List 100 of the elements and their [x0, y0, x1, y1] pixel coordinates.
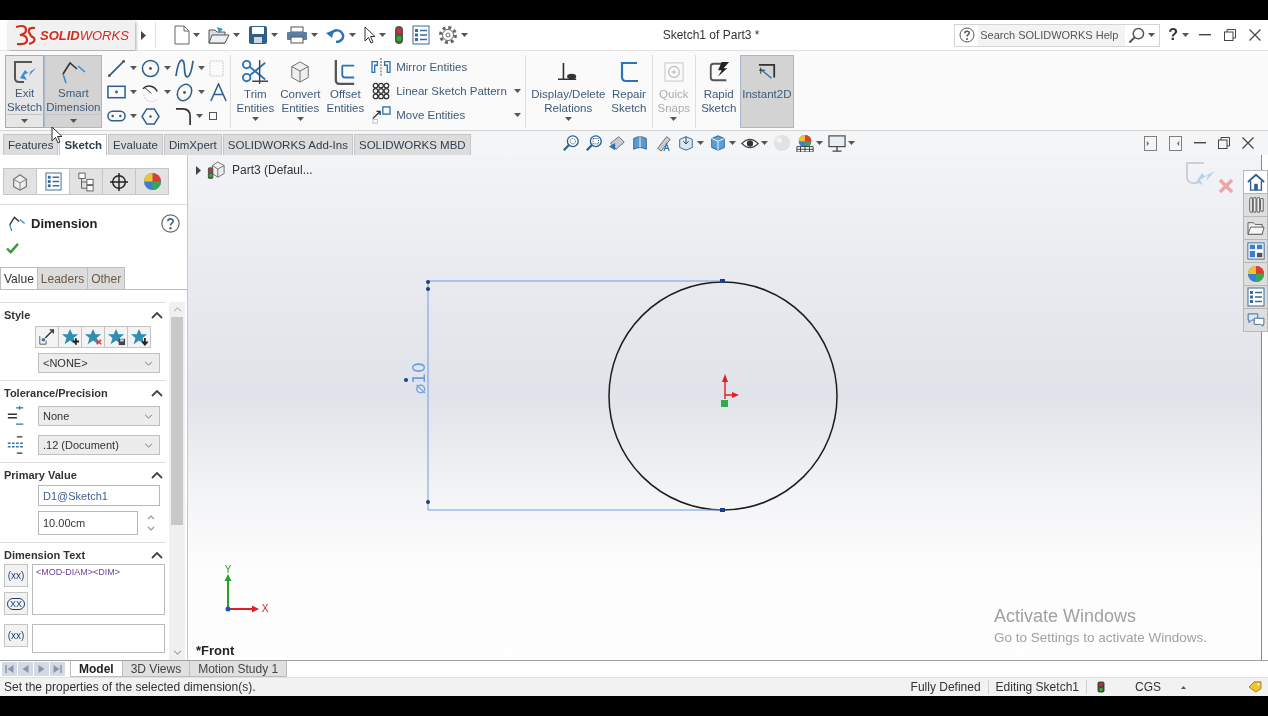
manager-tab[interactable] [102, 168, 136, 195]
task-pane-tab[interactable] [1243, 193, 1268, 217]
half-cylinder-icon[interactable] [630, 134, 649, 152]
caret-icon[interactable] [198, 66, 206, 70]
style-button[interactable] [104, 326, 128, 348]
scene-icon[interactable] [795, 134, 814, 152]
traffic-light-icon[interactable] [1097, 681, 1105, 693]
tab[interactable]: Sketch [59, 134, 108, 155]
caret-icon[interactable] [270, 33, 278, 37]
format-button[interactable]: (xx) [4, 564, 28, 587]
fillet-icon[interactable] [175, 106, 193, 126]
polygon-icon[interactable] [141, 107, 161, 125]
tab[interactable]: Value [0, 267, 38, 289]
eye-icon[interactable] [740, 136, 759, 150]
caret-icon[interactable] [460, 33, 468, 37]
caret-right-icon[interactable] [196, 165, 201, 175]
task-pane-tab[interactable] [1243, 170, 1268, 194]
style-dropdown[interactable]: <NONE> [38, 353, 160, 373]
text-tool-icon[interactable] [209, 82, 229, 102]
task-pane-tab[interactable] [1243, 262, 1268, 286]
task-pane-tab[interactable] [1243, 308, 1268, 332]
tab[interactable]: Leaders [36, 267, 89, 289]
ribbon-button[interactable]: Display/Delete Relations [529, 55, 608, 128]
chevron-up-icon[interactable] [151, 389, 163, 397]
value-field[interactable]: 10.00cm [38, 511, 138, 535]
arrow-block-icon[interactable] [607, 134, 626, 152]
printer-icon[interactable] [285, 26, 308, 44]
pointer-icon[interactable] [363, 26, 376, 44]
new-document-icon[interactable] [173, 25, 190, 45]
ribbon-button[interactable]: Rapid Sketch [699, 55, 739, 128]
tile-left-icon[interactable] [1144, 135, 1157, 151]
ribbon-button[interactable]: Mirror Entities [368, 55, 524, 79]
tree-item[interactable]: Part3 (Defaul... [232, 163, 313, 177]
chevron-up-icon[interactable] [151, 551, 163, 559]
scroll-thumb[interactable] [171, 317, 183, 525]
caret-icon[interactable] [728, 141, 736, 145]
style-button[interactable] [127, 326, 151, 348]
search-box[interactable]: Search SOLIDWORKS Help [954, 23, 1161, 47]
flyout-arrow-icon[interactable] [140, 30, 146, 40]
settings-icon[interactable] [437, 25, 458, 45]
task-pane-tab[interactable] [1243, 285, 1268, 309]
tab[interactable]: Model [70, 661, 123, 677]
slot-icon[interactable] [107, 110, 127, 122]
traffic-light-icon[interactable] [393, 25, 404, 45]
caret-icon[interactable] [348, 33, 356, 37]
tab[interactable]: Other [87, 267, 126, 289]
chevron-up-icon[interactable] [151, 471, 163, 479]
format-button[interactable]: (xx) [4, 624, 28, 647]
undo-icon[interactable] [325, 27, 346, 43]
manager-tab[interactable] [69, 168, 103, 195]
format-button[interactable]: XX [4, 592, 28, 615]
chevron-up-icon[interactable] [151, 311, 163, 319]
box-arrow-icon[interactable] [676, 134, 695, 152]
ribbon-button[interactable]: Linear Sketch Pattern [368, 79, 524, 103]
caret-icon[interactable] [1182, 33, 1189, 37]
tab[interactable]: DimXpert [163, 134, 222, 155]
caret-icon[interactable] [760, 141, 768, 145]
caret-icon[interactable] [1148, 33, 1156, 37]
caret-icon[interactable] [198, 90, 206, 94]
ribbon-button[interactable]: Repair Sketch [609, 55, 649, 128]
caret-icon[interactable] [847, 141, 855, 145]
tab[interactable]: Evaluate [108, 134, 163, 155]
tab[interactable]: Motion Study 1 [189, 661, 288, 677]
caret-icon[interactable] [130, 90, 138, 94]
point-icon[interactable] [209, 112, 218, 120]
manager-tab[interactable] [36, 168, 70, 195]
caret-icon[interactable] [192, 33, 200, 37]
zoom-area-icon[interactable] [584, 134, 603, 152]
help-button[interactable]: ? [1166, 26, 1180, 44]
line-icon[interactable] [107, 58, 127, 78]
units-text[interactable]: CGS [1135, 680, 1161, 694]
ribbon-button[interactable]: Move Entities [368, 103, 524, 127]
caret-icon[interactable] [130, 114, 138, 118]
caret-icon[interactable] [696, 141, 704, 145]
caret-icon[interactable] [196, 114, 204, 118]
ribbon-button[interactable]: Instant2D [740, 55, 794, 128]
tab[interactable]: Features [3, 134, 59, 155]
close-icon[interactable] [1249, 29, 1261, 41]
caret-icon[interactable] [815, 141, 823, 145]
rectangle-icon[interactable] [107, 85, 127, 99]
caret-icon[interactable] [378, 33, 386, 37]
precision-dropdown[interactable]: .12 (Document) [38, 435, 160, 455]
search-icon[interactable] [1128, 26, 1146, 44]
cube-icon[interactable] [708, 134, 727, 152]
tab[interactable]: SOLIDWORKS MBD [353, 134, 471, 155]
task-pane-tab[interactable] [1243, 239, 1268, 263]
help-icon[interactable] [161, 214, 180, 233]
dimension-text-field[interactable]: <MOD-DIAM><DIM> [32, 564, 165, 615]
ribbon-button[interactable]: Smart Dimension [44, 55, 103, 128]
tag-icon[interactable] [1248, 681, 1262, 693]
ribbon-button[interactable]: Convert Entities [278, 55, 323, 128]
style-button[interactable] [58, 326, 82, 348]
caret-icon[interactable] [310, 33, 318, 37]
ribbon-button[interactable]: Offset Entities [324, 55, 367, 128]
caret-icon[interactable] [232, 33, 240, 37]
restore-icon[interactable] [1224, 29, 1236, 41]
monitor-icon[interactable] [827, 134, 846, 152]
name-field[interactable]: D1@Sketch1 [38, 485, 160, 506]
help-icon[interactable] [959, 27, 976, 43]
ribbon-button[interactable]: Trim Entities [234, 55, 277, 128]
